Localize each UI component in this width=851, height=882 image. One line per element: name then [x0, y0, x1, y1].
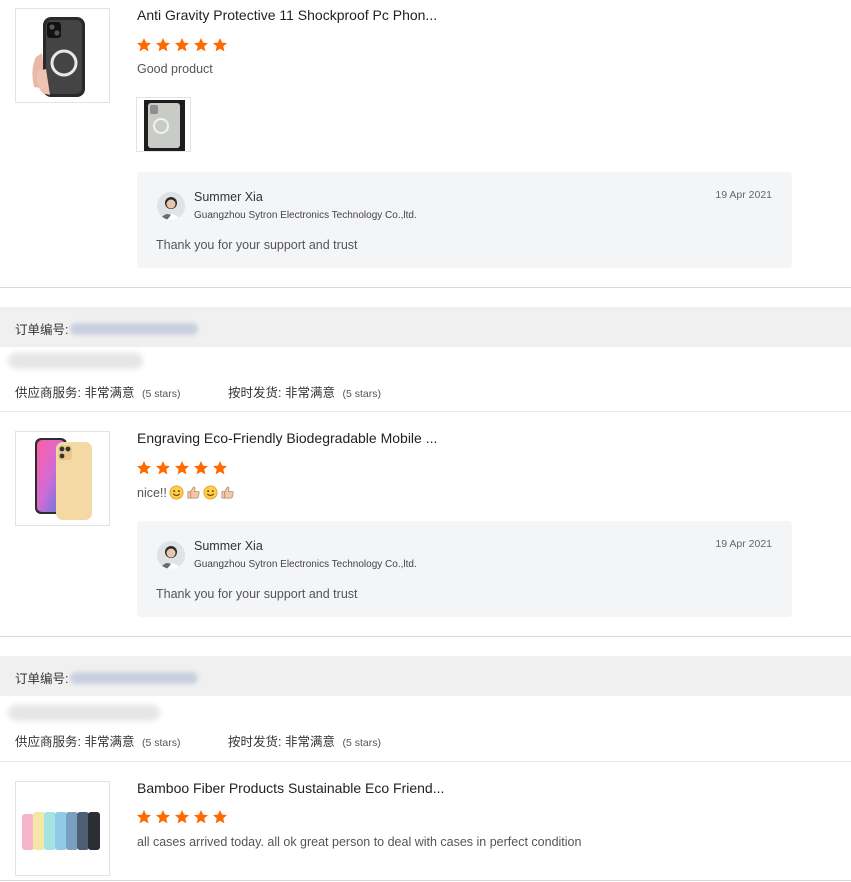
star-icon: [193, 460, 209, 476]
on-time-delivery-stars: (5 stars): [342, 737, 381, 749]
supplier-reply: Summer Xia Guangzhou Sytron Electronics …: [137, 521, 792, 617]
star-rating: [136, 37, 228, 53]
star-icon: [193, 809, 209, 825]
product-thumbnail[interactable]: [15, 781, 110, 876]
star-icon: [136, 809, 152, 825]
product-thumbnail[interactable]: [15, 8, 110, 103]
supplier-reply: Summer Xia Guangzhou Sytron Electronics …: [137, 172, 792, 268]
review-comment: Good product: [137, 62, 213, 76]
star-icon: [155, 460, 171, 476]
star-icon: [136, 460, 152, 476]
reply-text: Thank you for your support and trust: [156, 587, 358, 601]
order-number: 订单编号:: [15, 668, 199, 687]
reply-date: 19 Apr 2021: [715, 538, 772, 550]
product-thumbnail[interactable]: [15, 431, 110, 526]
smile-emoji-icon: [203, 485, 218, 500]
supplier-service-value: 非常满意: [84, 386, 135, 400]
smile-emoji-icon: [169, 485, 184, 500]
reply-author-name: Summer Xia: [194, 539, 263, 553]
customer-photo-clear-case-icon: [137, 98, 190, 151]
review-comment: nice!!: [137, 485, 235, 500]
order-header: 订单编号:: [0, 656, 851, 696]
order-number: 订单编号:: [15, 319, 199, 338]
avatar: [157, 541, 185, 569]
review-comment-text: all cases arrived today. all ok great pe…: [137, 835, 582, 849]
product-title[interactable]: Engraving Eco-Friendly Biodegradable Mob…: [137, 430, 437, 446]
star-icon: [174, 809, 190, 825]
redacted-text: [8, 353, 143, 369]
reply-company: Guangzhou Sytron Electronics Technology …: [194, 210, 417, 221]
star-icon: [155, 809, 171, 825]
thumbs-up-emoji-icon: [221, 486, 234, 499]
star-icon: [136, 37, 152, 53]
supplier-service-label: 供应商服务:: [15, 735, 81, 749]
star-icon: [212, 809, 228, 825]
star-icon: [174, 37, 190, 53]
review-comment-text: Good product: [137, 62, 213, 76]
on-time-delivery-stars: (5 stars): [342, 388, 381, 400]
star-icon: [174, 460, 190, 476]
on-time-delivery-label: 按时发货:: [228, 735, 282, 749]
section-divider: [0, 880, 851, 881]
on-time-delivery-value: 非常满意: [284, 386, 335, 400]
star-icon: [193, 37, 209, 53]
review-item: Anti Gravity Protective 11 Shockproof Pc…: [0, 0, 851, 290]
review-comment: all cases arrived today. all ok great pe…: [137, 835, 581, 849]
review-comment-text: nice!!: [137, 485, 167, 500]
reply-date: 19 Apr 2021: [715, 189, 772, 201]
supplier-service-stars: (5 stars): [141, 388, 181, 400]
reply-text: Thank you for your support and trust: [156, 238, 358, 252]
order-number-label: 订单编号:: [15, 323, 69, 337]
biodegradable-phone-case-icon: [16, 432, 109, 525]
review-item: Bamboo Fiber Products Sustainable Eco Fr…: [0, 762, 851, 882]
star-rating: [136, 809, 228, 825]
clear-magsafe-phone-case-icon: [16, 9, 109, 102]
star-icon: [212, 460, 228, 476]
product-title[interactable]: Anti Gravity Protective 11 Shockproof Pc…: [137, 7, 437, 23]
supplier-service-label: 供应商服务:: [15, 386, 81, 400]
supplier-service-value: 非常满意: [84, 735, 135, 749]
section-divider: [0, 287, 851, 288]
order-header: 订单编号:: [0, 307, 851, 347]
bamboo-fiber-phone-cases-icon: [16, 782, 109, 875]
star-icon: [212, 37, 228, 53]
redacted-text: [8, 705, 160, 721]
review-item: Engraving Eco-Friendly Biodegradable Mob…: [0, 412, 851, 637]
reply-company: Guangzhou Sytron Electronics Technology …: [194, 559, 417, 570]
star-icon: [155, 37, 171, 53]
star-rating: [136, 460, 228, 476]
on-time-delivery-value: 非常满意: [284, 735, 335, 749]
on-time-delivery-label: 按时发货:: [228, 386, 282, 400]
avatar: [157, 192, 185, 220]
customer-photo[interactable]: [136, 97, 191, 152]
section-divider: [0, 636, 851, 637]
reply-author-name: Summer Xia: [194, 190, 263, 204]
thumbs-up-emoji-icon: [187, 486, 200, 499]
order-number-label: 订单编号:: [15, 672, 69, 686]
supplier-avatar-icon: [157, 541, 185, 569]
redacted-order-number: [70, 671, 199, 684]
product-title[interactable]: Bamboo Fiber Products Sustainable Eco Fr…: [137, 780, 444, 796]
supplier-avatar-icon: [157, 192, 185, 220]
supplier-service-stars: (5 stars): [141, 737, 181, 749]
redacted-order-number: [70, 322, 199, 335]
